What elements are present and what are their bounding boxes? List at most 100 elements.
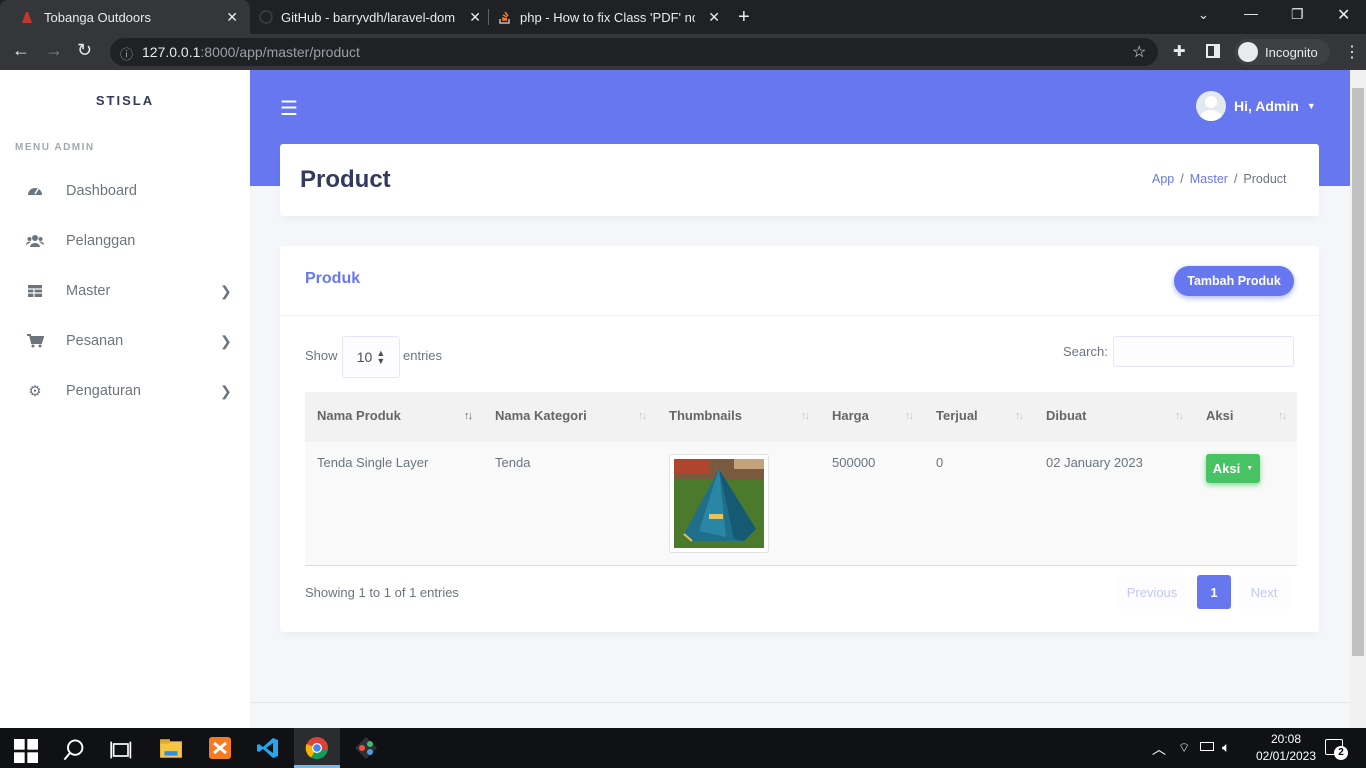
pagination-page-1[interactable]: 1 <box>1197 575 1231 609</box>
sort-icon[interactable]: ↑↓ <box>638 410 647 422</box>
tab-stackoverflow[interactable]: php - How to fix Class 'PDF' not found ✕ <box>498 0 720 34</box>
tab-divider <box>488 9 489 25</box>
bookmark-star-icon[interactable]: ☆ <box>1132 42 1146 62</box>
forward-icon[interactable]: → <box>45 40 63 61</box>
minimize-icon[interactable]: — <box>1244 5 1258 21</box>
sort-arrows-icon: ▲ ▼ <box>376 348 386 366</box>
add-product-button[interactable]: Tambah Produk <box>1174 266 1294 296</box>
page-title: Product <box>300 166 391 193</box>
tab-label: Tobanga Outdoors <box>44 9 151 25</box>
sort-icon[interactable]: ↑↓ <box>1015 410 1024 422</box>
sort-asc-icon[interactable]: ↑↓ <box>464 410 473 422</box>
column-header-nama-produk[interactable]: Nama Produk <box>317 408 401 423</box>
windows-start-icon[interactable] <box>14 739 38 763</box>
user-dropdown[interactable]: Hi, Admin ▼ <box>1196 91 1316 121</box>
github-icon <box>259 10 273 24</box>
sidebar-item-label: Pengaturan <box>66 383 141 399</box>
pagination-previous[interactable]: Previous <box>1114 575 1190 609</box>
breadcrumb-app[interactable]: App <box>1152 172 1174 186</box>
gear-icon: ⚙ <box>28 383 42 400</box>
breadcrumb-master[interactable]: Master <box>1190 172 1228 186</box>
reload-icon[interactable]: ↻ <box>77 40 92 61</box>
table-info: Showing 1 to 1 of 1 entries <box>305 585 459 600</box>
hamburger-menu-icon[interactable]: ☰ <box>280 96 298 121</box>
side-panel-icon[interactable] <box>1206 44 1220 58</box>
pagination-next[interactable]: Next <box>1238 575 1290 609</box>
cell-dibuat: 02 January 2023 <box>1046 455 1143 470</box>
column-header-nama-kategori[interactable]: Nama Kategori <box>495 408 587 423</box>
page-length-select[interactable]: 10 ▲ ▼ <box>342 336 400 378</box>
tab-label: GitHub - barryvdh/laravel-dompdf <box>281 9 456 25</box>
extensions-icon[interactable]: ✚ <box>1173 42 1186 60</box>
entries-label: entries <box>403 348 443 363</box>
clock-time: 20:08 <box>1270 732 1302 746</box>
sidebar-item-label: Pelanggan <box>66 233 136 249</box>
product-thumbnail <box>669 454 769 553</box>
column-header-harga[interactable]: Harga <box>832 408 869 423</box>
sidebar-item-pengaturan[interactable]: ⚙ Pengaturan ❯ <box>0 366 250 416</box>
sidebar-item-master[interactable]: Master ❯ <box>0 266 250 316</box>
show-hidden-icons-icon[interactable]: ︿ <box>1152 739 1166 759</box>
close-tab-icon[interactable]: ✕ <box>708 9 720 26</box>
caret-down-icon: ▼ <box>1246 465 1254 472</box>
battery-icon[interactable] <box>1200 742 1214 751</box>
close-tab-icon[interactable]: ✕ <box>469 9 481 26</box>
scrollbar-thumb[interactable] <box>1352 88 1364 656</box>
sort-icon[interactable]: ↑↓ <box>801 410 810 422</box>
incognito-badge[interactable]: Incognito <box>1234 39 1330 65</box>
sidebar-item-label: Dashboard <box>66 183 137 199</box>
git-client-icon[interactable] <box>354 736 378 760</box>
column-header-aksi[interactable]: Aksi <box>1206 408 1233 423</box>
sidebar-item-dashboard[interactable]: Dashboard <box>0 166 250 216</box>
search-icon[interactable] <box>62 738 86 762</box>
stackoverflow-icon <box>499 11 510 24</box>
xampp-icon[interactable] <box>208 736 232 760</box>
dashboard-icon <box>28 188 42 195</box>
sort-icon[interactable]: ↑↓ <box>1278 410 1287 422</box>
system-clock[interactable]: 20:08 02/01/2023 <box>1250 731 1322 765</box>
address-bar[interactable]: ⓘ 127.0.0.1:8000/app/master/product ☆ <box>110 38 1158 66</box>
sidebar-item-pesanan[interactable]: Pesanan ❯ <box>0 316 250 366</box>
sidebar-item-pelanggan[interactable]: Pelanggan <box>0 216 250 266</box>
browser-menu-icon[interactable]: ⋮ <box>1344 42 1360 62</box>
avatar <box>1196 91 1226 121</box>
aksi-dropdown-button[interactable]: Aksi ▼ <box>1206 454 1260 483</box>
incognito-icon <box>1238 42 1258 62</box>
sort-icon[interactable]: ↑↓ <box>1175 410 1184 422</box>
cell-nama-produk: Tenda Single Layer <box>317 455 429 470</box>
notification-count-badge: 2 <box>1334 746 1348 760</box>
column-header-dibuat[interactable]: Dibuat <box>1046 408 1086 423</box>
cell-terjual: 0 <box>936 455 944 470</box>
site-favicon-icon <box>22 12 32 23</box>
incognito-label: Incognito <box>1265 44 1318 60</box>
restore-icon[interactable]: ❐ <box>1291 6 1304 23</box>
site-info-icon[interactable]: ⓘ <box>120 44 133 63</box>
sort-icon[interactable]: ↑↓ <box>905 410 914 422</box>
tab-tobanga[interactable]: Tobanga Outdoors ✕ <box>0 0 250 34</box>
wifi-icon[interactable]: ⌔ <box>1178 740 1190 756</box>
tab-search-icon[interactable]: ⌄ <box>1198 7 1209 23</box>
close-window-icon[interactable]: ✕ <box>1337 5 1350 25</box>
cart-icon <box>27 334 44 348</box>
column-header-thumbnails[interactable]: Thumbnails <box>669 408 742 423</box>
volume-icon[interactable]: 🔈︎ <box>1222 739 1230 756</box>
breadcrumb-separator: / <box>1233 172 1238 186</box>
card-title: Produk <box>305 270 361 287</box>
column-header-terjual[interactable]: Terjual <box>936 408 978 423</box>
close-tab-icon[interactable]: ✕ <box>226 9 238 26</box>
sidebar-item-label: Pesanan <box>66 333 124 349</box>
new-tab-icon[interactable]: + <box>738 6 750 29</box>
chrome-icon[interactable] <box>305 736 329 760</box>
card-divider <box>280 315 1319 316</box>
user-greeting: Hi, Admin <box>1234 98 1299 114</box>
brand-logo[interactable]: STISLA <box>0 93 250 108</box>
footer-divider <box>250 702 1350 703</box>
back-icon[interactable]: ← <box>12 40 30 61</box>
tab-github[interactable]: GitHub - barryvdh/laravel-dompdf ✕ <box>259 0 481 34</box>
task-view-icon[interactable] <box>110 738 134 762</box>
url-host: 127.0.0.1 <box>142 44 201 60</box>
search-input[interactable] <box>1113 336 1294 367</box>
vscode-icon[interactable] <box>256 736 280 760</box>
clock-date: 02/01/2023 <box>1255 749 1317 763</box>
file-explorer-icon[interactable] <box>159 737 183 761</box>
